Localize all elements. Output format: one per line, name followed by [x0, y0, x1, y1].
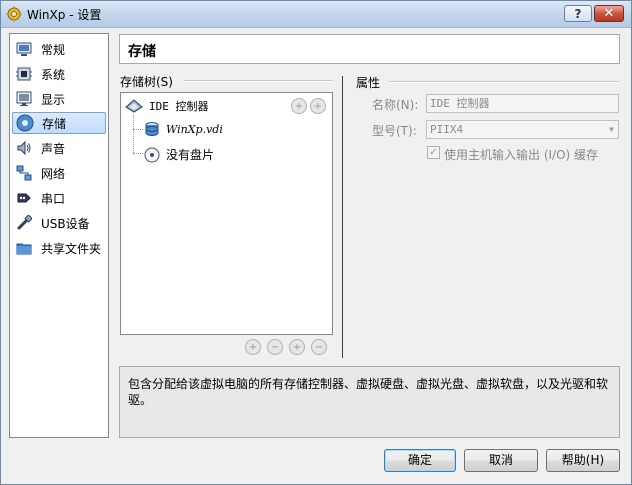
- sidebar-item-label: USB设备: [41, 216, 90, 231]
- storage-tree-separator: [184, 80, 333, 82]
- sidebar-item-storage[interactable]: 存储: [12, 112, 106, 134]
- remove-controller-icon[interactable]: −: [267, 339, 283, 355]
- titlebar-help-button[interactable]: ?: [564, 5, 592, 22]
- sidebar-item-label: 共享文件夹: [41, 241, 102, 256]
- system-icon: [15, 65, 33, 83]
- sidebar-item-label: 常规: [41, 42, 66, 57]
- name-field[interactable]: IDE 控制器: [426, 94, 619, 113]
- audio-icon: [15, 139, 33, 157]
- sidebar-item-label: 声音: [41, 141, 66, 156]
- storage-toolbar: + − + −: [245, 339, 327, 355]
- add-controller-icon[interactable]: +: [245, 339, 261, 355]
- usb-icon: [15, 214, 33, 232]
- network-icon: [15, 164, 33, 182]
- ide-controller-icon: [125, 99, 143, 113]
- cd-drive-label: 没有盘片: [166, 148, 215, 162]
- properties-label: 属性: [356, 76, 381, 90]
- sidebar-item-shared-folders[interactable]: 共享文件夹: [12, 237, 106, 259]
- name-label: 名称(N):: [372, 98, 419, 112]
- settings-sidebar: 常规 系统 显示 存储 声音 网络 串口 USB设备 共享文件夹: [9, 33, 109, 438]
- virtualbox-app-icon: [6, 6, 22, 22]
- sidebar-item-system[interactable]: 系统: [12, 63, 106, 85]
- settings-window: WinXp - 设置 ? ✕ 常规 系统 显示 存储 声音 网络 串口 USB设…: [0, 0, 632, 485]
- storage-tree[interactable]: IDE 控制器 + + WinXp.vdi 没有盘片: [120, 92, 333, 335]
- checkmark-icon: ✓: [429, 147, 438, 158]
- page-title: 存储: [128, 44, 156, 60]
- sidebar-item-network[interactable]: 网络: [12, 162, 106, 184]
- cd-icon: [144, 147, 160, 162]
- cancel-button[interactable]: 取消: [464, 449, 538, 472]
- host-io-cache-checkbox[interactable]: ✓: [427, 146, 440, 159]
- chevron-down-icon: ▼: [609, 125, 614, 134]
- shared-folder-icon: [15, 239, 33, 257]
- sidebar-item-label: 网络: [41, 166, 66, 181]
- close-button[interactable]: ✕: [594, 5, 624, 22]
- help-button[interactable]: 帮助(H): [546, 449, 620, 472]
- type-select-value: PIIX4: [430, 123, 464, 136]
- ok-button[interactable]: 确定: [384, 449, 456, 472]
- tree-connector: [133, 115, 134, 153]
- tree-connector: [133, 129, 143, 130]
- hard-disk-icon: [145, 122, 159, 136]
- tree-item-ide-controller[interactable]: IDE 控制器: [125, 98, 209, 114]
- description-box: 包含分配给该虚拟电脑的所有存储控制器、虚拟硬盘、虚拟光盘、虚拟软盘，以及光驱和软…: [119, 366, 620, 438]
- description-text: 包含分配给该虚拟电脑的所有存储控制器、虚拟硬盘、虚拟光盘、虚拟软盘，以及光驱和软…: [128, 377, 609, 407]
- type-label: 型号(T):: [372, 124, 417, 138]
- controller-attachment-buttons: + +: [291, 98, 326, 114]
- remove-attachment-icon[interactable]: −: [311, 339, 327, 355]
- add-hard-disk-icon[interactable]: +: [291, 98, 307, 114]
- hard-disk-label: WinXp.vdi: [166, 122, 223, 136]
- tree-item-hard-disk[interactable]: WinXp.vdi: [144, 121, 223, 137]
- sidebar-item-label: 系统: [41, 67, 66, 82]
- display-icon: [15, 90, 33, 108]
- sidebar-item-general[interactable]: 常规: [12, 38, 106, 60]
- properties-separator: [389, 81, 619, 83]
- tree-item-cd-drive[interactable]: 没有盘片: [144, 146, 214, 163]
- host-io-cache-label: 使用主机输入输出 (I/O) 缓存: [444, 148, 599, 162]
- sidebar-item-display[interactable]: 显示: [12, 88, 106, 110]
- sidebar-item-audio[interactable]: 声音: [12, 137, 106, 159]
- sidebar-item-label: 显示: [41, 92, 66, 107]
- title-bar[interactable]: WinXp - 设置 ? ✕: [1, 1, 631, 28]
- vertical-separator: [342, 76, 343, 358]
- page-title-box: 存储: [119, 34, 620, 64]
- sidebar-item-serial-port[interactable]: 串口: [12, 187, 106, 209]
- sidebar-item-label: 存储: [42, 116, 67, 131]
- add-attachment-icon[interactable]: +: [289, 339, 305, 355]
- window-title: WinXp - 设置: [27, 8, 102, 22]
- storage-tree-label: 存储树(S): [120, 75, 173, 89]
- sidebar-item-usb[interactable]: USB设备: [12, 212, 106, 234]
- ide-controller-label: IDE 控制器: [149, 100, 209, 113]
- serial-port-icon: [15, 189, 33, 207]
- type-select[interactable]: PIIX4 ▼: [426, 120, 619, 139]
- tree-connector: [133, 153, 143, 154]
- storage-icon: [16, 114, 34, 132]
- general-icon: [15, 40, 33, 58]
- add-cd-icon[interactable]: +: [310, 98, 326, 114]
- sidebar-item-label: 串口: [41, 191, 66, 206]
